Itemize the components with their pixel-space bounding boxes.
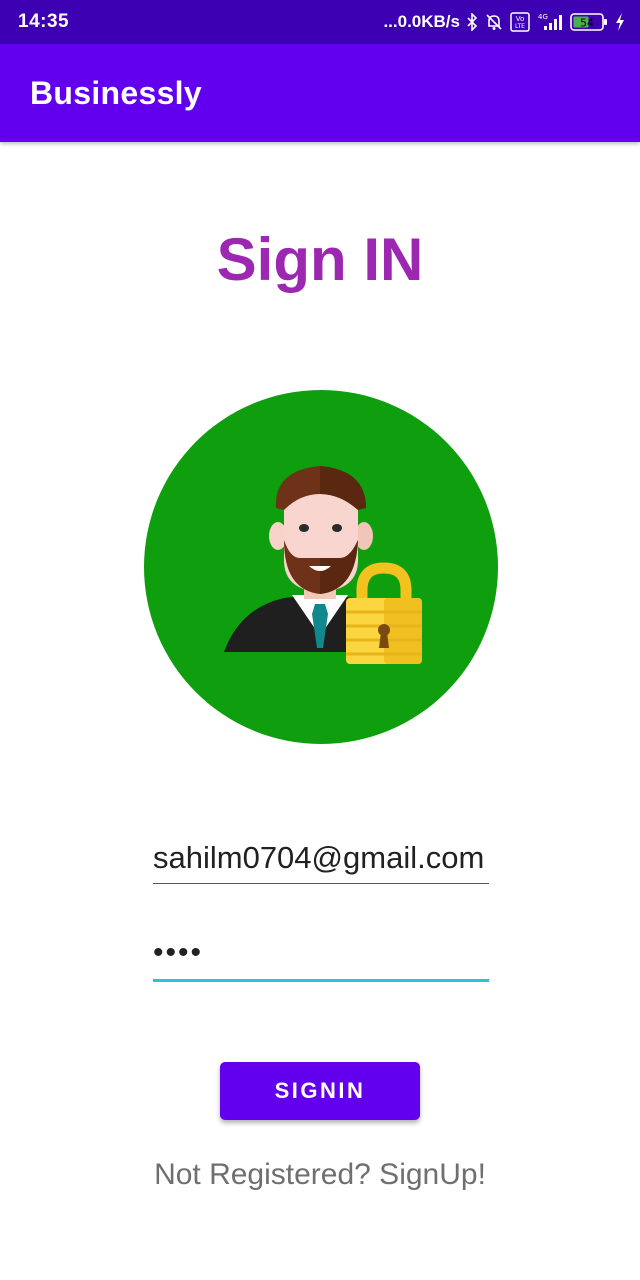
volte-icon: Vo LTE: [510, 12, 530, 32]
battery-icon: 54: [570, 12, 608, 32]
silent-bell-icon: [484, 12, 504, 32]
status-time: 14:35: [18, 11, 70, 32]
battery-level: 54: [580, 17, 594, 30]
status-icons: ...0.0KB/s Vo LTE 4G 54: [383, 12, 626, 32]
password-field-container: [153, 932, 489, 982]
app-bar: Businessly: [0, 44, 640, 142]
page-title: Sign IN: [216, 226, 424, 293]
signin-button[interactable]: SIGNIN: [220, 1062, 420, 1120]
svg-text:4G: 4G: [538, 13, 548, 21]
email-field[interactable]: [153, 838, 489, 883]
email-field-container: [153, 838, 489, 884]
status-bar: 14:35 ...0.0KB/s Vo LTE 4G 54: [0, 0, 640, 44]
4g-signal-icon: 4G: [536, 12, 564, 32]
signup-link[interactable]: Not Registered? SignUp!: [0, 1158, 640, 1192]
bluetooth-icon: [466, 13, 478, 31]
svg-text:Vo: Vo: [516, 15, 525, 23]
charging-icon: [614, 12, 626, 32]
network-speed: ...0.0KB/s: [383, 12, 460, 31]
app-title: Businessly: [30, 74, 202, 111]
svg-text:LTE: LTE: [515, 23, 525, 30]
businessman-lock-icon: [144, 390, 498, 744]
password-field[interactable]: [153, 932, 489, 979]
